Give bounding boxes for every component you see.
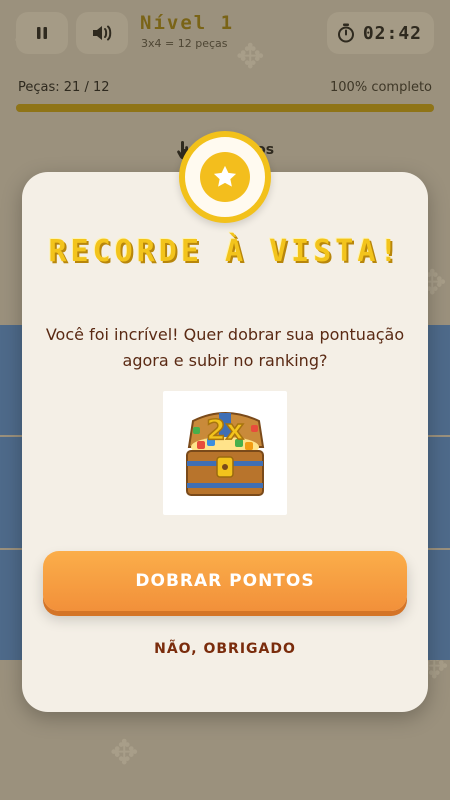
progress-bar xyxy=(16,104,434,112)
star-badge xyxy=(179,131,271,223)
chest-2x-label: 2x xyxy=(206,413,244,446)
dialog-title: RECORDE À VISTA! xyxy=(48,234,402,269)
progress-bar-fill xyxy=(16,104,434,112)
record-dialog: RECORDE À VISTA! Você foi incrível! Quer… xyxy=(22,172,428,712)
pause-icon xyxy=(37,27,47,39)
sound-button[interactable] xyxy=(76,12,128,54)
stopwatch-icon xyxy=(337,23,354,43)
treasure-chest-image: 2x xyxy=(163,391,287,515)
timer-display: 02:42 xyxy=(326,12,434,54)
level-title: Nível 1 xyxy=(140,12,235,34)
star-icon xyxy=(213,165,237,187)
speaker-icon xyxy=(93,25,112,41)
star-badge-inner xyxy=(200,152,250,202)
timer-text: 02:42 xyxy=(362,22,422,44)
level-subtitle: 3x4 = 12 peças xyxy=(141,37,228,50)
puzzle-piece-decoration: ✥ xyxy=(110,733,139,773)
dialog-message: Você foi incrível! Quer dobrar sua pontu… xyxy=(45,325,405,370)
double-points-button[interactable]: DOBRAR PONTOS xyxy=(43,551,407,611)
no-thanks-button[interactable]: NÃO, OBRIGADO xyxy=(125,634,325,664)
completion-percent: 100% completo xyxy=(330,80,432,95)
top-bar: Nível 1 3x4 = 12 peças 02:42 xyxy=(0,0,450,70)
pause-button[interactable] xyxy=(16,12,68,54)
pieces-counter: Peças: 21 / 12 xyxy=(18,80,110,95)
